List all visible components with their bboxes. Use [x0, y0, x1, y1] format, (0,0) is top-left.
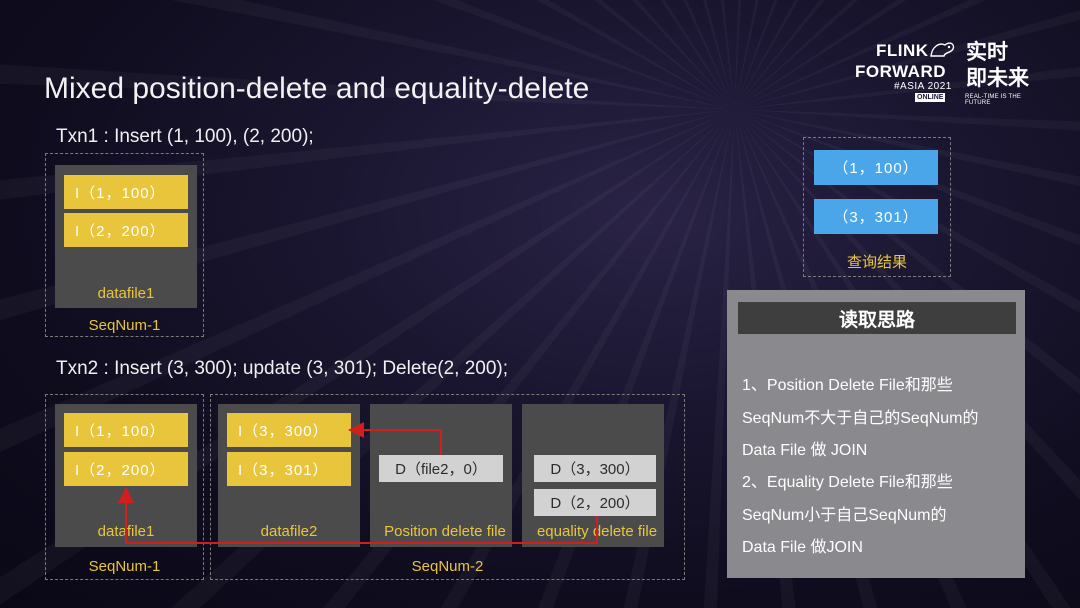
- txn2-df1-row-2: I（2，200）: [64, 452, 188, 486]
- squirrel-icon: [928, 38, 956, 60]
- txn2-datafile1-label: datafile1: [97, 523, 155, 540]
- txn2-datafile2-label: datafile2: [260, 523, 318, 540]
- equality-delete-row-1: D（3，300）: [534, 455, 656, 482]
- txn2-seqnum-2: SeqNum-2: [411, 558, 484, 575]
- flink-forward-logo: FLINK FORWARD #ASIA 2021 ONLINE 实时 即未来 R…: [852, 38, 1037, 106]
- result-label: 查询结果: [846, 254, 907, 271]
- reading-line-3: Data File 做 JOIN: [742, 442, 868, 459]
- logo-asia: #ASIA 2021: [894, 81, 952, 92]
- txn1-datafile-label: datafile1: [97, 285, 155, 302]
- result-row-2: （3，301）: [814, 199, 938, 234]
- txn2-df1-row-1: I（1，100）: [64, 413, 188, 447]
- txn2-label: Txn2 : Insert (3, 300); update (3, 301);…: [56, 358, 509, 379]
- reading-line-1: 1、Position Delete File和那些: [742, 377, 953, 394]
- logo-tagline: REAL-TIME IS THE FUTURE: [965, 94, 1022, 106]
- position-delete-label: Position delete file: [384, 523, 506, 540]
- txn1-row-2: I（2，200）: [64, 213, 188, 247]
- reading-idea-heading: 读取思路: [738, 302, 1016, 334]
- equality-delete-row-2: D（2，200）: [534, 489, 656, 516]
- equality-delete-label: equality delete file: [536, 523, 658, 540]
- reading-line-4: 2、Equality Delete File和那些: [742, 474, 953, 491]
- logo-online-badge: ONLINE: [915, 93, 946, 102]
- slide-title: Mixed position-delete and equality-delet…: [44, 72, 590, 105]
- txn1-seqnum: SeqNum-1: [88, 317, 161, 334]
- result-row-1: （1，100）: [814, 150, 938, 185]
- txn2-df2-row-2: I（3，301）: [227, 452, 351, 486]
- logo-flink: FLINK: [876, 41, 929, 60]
- position-delete-row-1: D（file2，0）: [379, 455, 503, 482]
- txn1-label: Txn1 : Insert (1, 100), (2, 200);: [56, 126, 314, 147]
- reading-line-5: SeqNum小于自己SeqNum的: [742, 507, 947, 524]
- logo-cn-line2: 即未来: [966, 67, 1029, 90]
- logo-cn-line1: 实时: [966, 41, 1008, 64]
- reading-line-6: Data File 做JOIN: [742, 539, 863, 556]
- txn1-row-1: I（1，100）: [64, 175, 188, 209]
- txn2-df2-row-1: I（3，300）: [227, 413, 351, 447]
- logo-forward: FORWARD: [855, 62, 947, 81]
- reading-line-2: SeqNum不大于自己的SeqNum的: [742, 410, 979, 427]
- txn2-seqnum-1: SeqNum-1: [88, 558, 161, 575]
